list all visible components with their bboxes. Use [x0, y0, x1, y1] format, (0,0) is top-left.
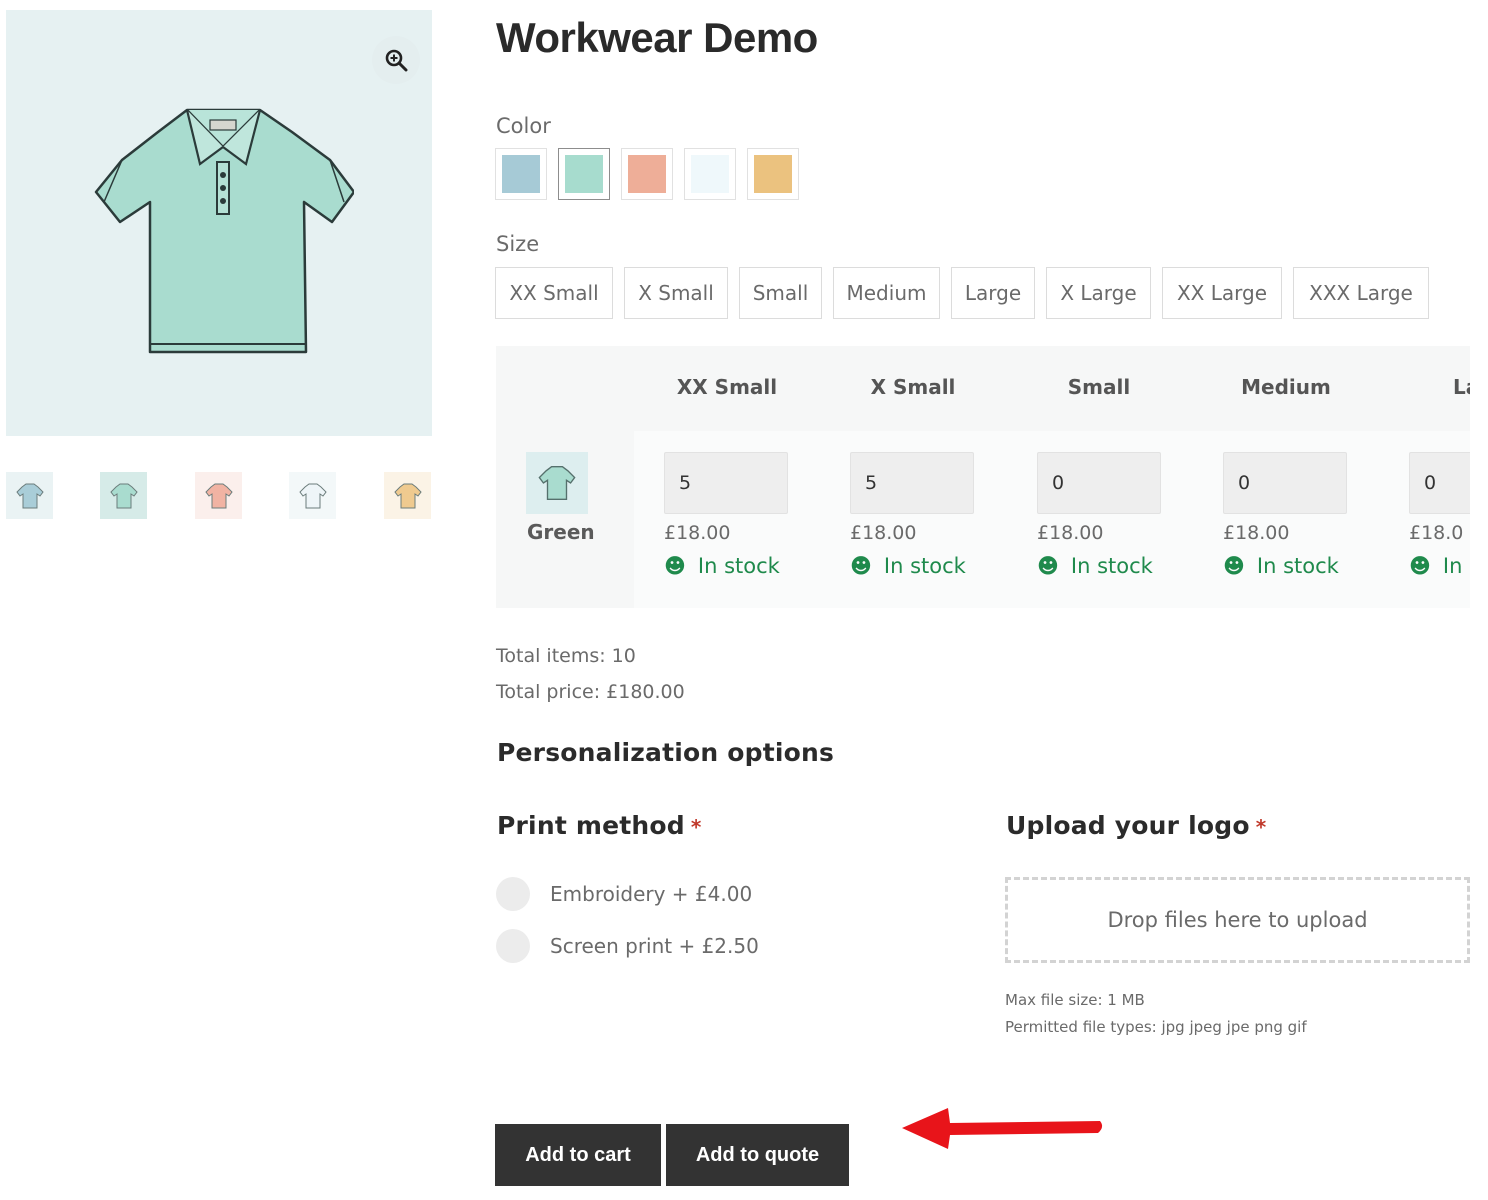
column-header-large: La — [1453, 375, 1470, 399]
quantity-input[interactable]: 5 — [664, 452, 788, 514]
max-file-size: Max file size: 1 MB — [1005, 991, 1145, 1009]
polo-shirt-thumbnail-icon — [15, 483, 44, 508]
radio-screen-print[interactable]: Screen print + £2.50 — [496, 929, 759, 963]
stock-status: ☻ In stock — [850, 554, 966, 578]
cell-price: £18.0 — [1409, 522, 1464, 544]
file-dropzone[interactable]: Drop files here to upload — [1005, 877, 1470, 963]
size-x-large[interactable]: X Large — [1046, 267, 1151, 319]
required-mark: * — [1255, 815, 1267, 839]
size-xx-small[interactable]: XX Small — [495, 267, 613, 319]
radio-label: Embroidery + £4.00 — [550, 882, 753, 906]
size-xxx-large[interactable]: XXX Large — [1293, 267, 1429, 319]
print-method-heading: Print method * — [497, 811, 702, 840]
personalization-heading: Personalization options — [497, 738, 835, 767]
column-header-medium: Medium — [1241, 375, 1331, 399]
stock-text: In stock — [1256, 554, 1339, 578]
add-to-quote-button[interactable]: Add to quote — [666, 1124, 849, 1186]
row-label: Green — [527, 520, 595, 544]
thumbnail-green[interactable] — [100, 472, 147, 519]
stock-status: ☻ In stock — [1223, 554, 1339, 578]
swatch-white[interactable] — [684, 148, 736, 200]
thumbnail-white[interactable] — [289, 472, 336, 519]
size-small[interactable]: Small — [739, 267, 822, 319]
cell-price: £18.00 — [1037, 522, 1104, 544]
stock-text: In — [1442, 554, 1463, 578]
stock-text: In stock — [1070, 554, 1153, 578]
total-price: Total price: £180.00 — [496, 681, 685, 703]
product-title: Workwear Demo — [496, 14, 818, 61]
quantity-input[interactable]: 0 — [1037, 452, 1161, 514]
polo-shirt-thumbnail-icon — [109, 483, 138, 508]
zoom-in-icon — [385, 49, 408, 72]
stock-status: ☻ In — [1409, 554, 1462, 578]
smiley-icon: ☻ — [1409, 554, 1431, 578]
thumbnail-coral[interactable] — [195, 472, 242, 519]
smiley-icon: ☻ — [664, 554, 686, 578]
column-header-x-small: X Small — [870, 375, 956, 399]
polo-shirt-thumbnail-icon — [204, 483, 233, 508]
add-to-cart-button[interactable]: Add to cart — [495, 1124, 661, 1186]
upload-logo-label: Upload your logo — [1006, 811, 1250, 840]
thumbnail-blue[interactable] — [6, 472, 53, 519]
stock-text: In stock — [883, 554, 966, 578]
smiley-icon: ☻ — [850, 554, 872, 578]
radio-circle[interactable] — [496, 877, 530, 911]
product-main-image[interactable] — [6, 10, 432, 436]
quantity-input[interactable]: 0 — [1223, 452, 1347, 514]
polo-shirt-thumbnail-icon — [298, 483, 327, 508]
cell-price: £18.00 — [1223, 522, 1290, 544]
smiley-icon: ☻ — [1037, 554, 1059, 578]
swatch-fill — [502, 155, 540, 193]
swatch-fill — [691, 155, 729, 193]
upload-logo-heading: Upload your logo * — [1006, 811, 1266, 840]
swatch-fill — [754, 155, 792, 193]
smiley-icon: ☻ — [1223, 554, 1245, 578]
variation-grid: XX Small X Small Small Medium La Green 5… — [496, 346, 1470, 608]
color-label: Color — [496, 114, 551, 138]
thumbnail-yellow[interactable] — [384, 472, 431, 519]
size-label: Size — [496, 232, 540, 256]
column-header-small: Small — [1067, 375, 1131, 399]
zoom-button[interactable] — [372, 36, 420, 84]
stock-text: In stock — [697, 554, 780, 578]
column-header-xx-small: XX Small — [676, 375, 778, 399]
red-arrow-icon — [902, 1108, 1103, 1149]
swatch-blue[interactable] — [495, 148, 547, 200]
swatch-coral[interactable] — [621, 148, 673, 200]
swatch-fill — [628, 155, 666, 193]
size-x-small[interactable]: X Small — [624, 267, 728, 319]
polo-shirt-thumbnail-icon — [393, 483, 422, 508]
swatch-yellow[interactable] — [747, 148, 799, 200]
size-xx-large[interactable]: XX Large — [1162, 267, 1282, 319]
size-medium[interactable]: Medium — [833, 267, 940, 319]
print-method-label: Print method — [497, 811, 685, 840]
stock-status: ☻ In stock — [1037, 554, 1153, 578]
polo-shirt-image — [94, 108, 354, 354]
cell-price: £18.00 — [850, 522, 917, 544]
quantity-input[interactable]: 5 — [850, 452, 974, 514]
radio-circle[interactable] — [496, 929, 530, 963]
radio-embroidery[interactable]: Embroidery + £4.00 — [496, 877, 752, 911]
cell-price: £18.00 — [664, 522, 731, 544]
quantity-input[interactable]: 0 — [1409, 452, 1470, 514]
polo-shirt-thumbnail-icon — [538, 466, 576, 500]
total-items: Total items: 10 — [496, 645, 636, 667]
dropzone-text: Drop files here to upload — [1107, 908, 1368, 932]
swatch-green[interactable] — [558, 148, 610, 200]
swatch-fill — [565, 155, 603, 193]
size-large[interactable]: Large — [951, 267, 1035, 319]
row-thumbnail — [526, 452, 588, 514]
permitted-file-types: Permitted file types: jpg jpeg jpe png g… — [1005, 1018, 1307, 1036]
stock-status: ☻ In stock — [664, 554, 780, 578]
radio-label: Screen print + £2.50 — [550, 934, 759, 958]
required-mark: * — [690, 815, 702, 839]
